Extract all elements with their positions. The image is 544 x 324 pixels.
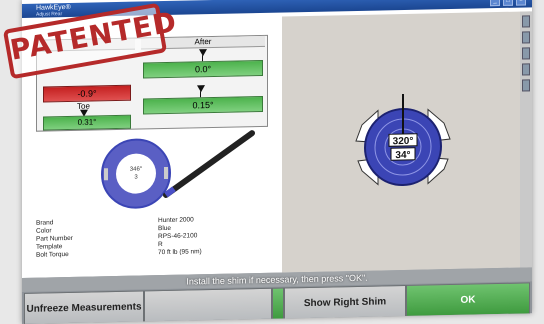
spec-value: RPS-46-2100 xyxy=(158,232,198,241)
side-toolbar xyxy=(520,11,532,268)
side-tool-4[interactable] xyxy=(522,63,530,76)
close-button[interactable]: × xyxy=(516,0,526,6)
after-toe-gauge: 0.15° xyxy=(143,95,263,115)
unfreeze-measurements-button[interactable]: Unfreeze Measurements xyxy=(24,290,144,324)
before-toe-value: 0.31° xyxy=(77,117,97,127)
shim-diagram: 320° 34° xyxy=(355,93,451,187)
shim-photo: 346° 3 xyxy=(56,129,256,216)
marker-pen-tip xyxy=(164,186,176,198)
spec-key: Bolt Torque xyxy=(36,251,69,259)
shim-diagram-pane: 320° 34° xyxy=(282,11,530,273)
side-tool-2[interactable] xyxy=(522,31,530,44)
after-camber-pointer xyxy=(199,49,207,57)
after-camber-value: 0.0° xyxy=(194,64,212,75)
spec-value: R xyxy=(158,241,163,249)
bottom-bar: Install the shim if necessary, then pres… xyxy=(22,267,532,324)
empty-softkey-button[interactable] xyxy=(144,287,272,323)
shim-angle-text: 346° xyxy=(130,166,143,172)
minimize-button[interactable]: _ xyxy=(490,0,500,7)
shim-tab-left xyxy=(104,168,108,181)
before-camber-value: -0.9° xyxy=(77,88,97,99)
shim-angle-label: 320° xyxy=(393,136,414,147)
after-toe-pointer xyxy=(197,85,205,93)
before-toe-gauge: 0.31° xyxy=(43,114,131,131)
shim-illustration: 346° 3 xyxy=(101,130,255,209)
side-tool-5[interactable] xyxy=(522,79,530,92)
after-camber-gauge: 0.0° xyxy=(143,59,263,79)
show-right-shim-button[interactable]: Show Right Shim xyxy=(284,284,406,320)
side-tool-1[interactable] xyxy=(522,15,530,28)
side-tool-3[interactable] xyxy=(522,47,530,60)
after-toe-value: 0.15° xyxy=(192,99,214,111)
menu-label: Adjust Rear xyxy=(36,11,63,18)
spec-value: Hunter 2000 xyxy=(158,216,194,225)
window-controls: _ □ × xyxy=(490,0,526,7)
shim-specs: Brand Hunter 2000 Color Blue Part Number RP… xyxy=(36,216,202,259)
marker-pen-icon xyxy=(163,130,255,198)
spec-value: 70 ft lb (95 nm) xyxy=(158,248,202,257)
shim-tab-right xyxy=(164,166,168,180)
ok-button[interactable]: OK xyxy=(406,282,530,317)
before-camber-gauge: -0.9° xyxy=(43,84,131,103)
softkey-indicator xyxy=(272,287,284,320)
shim-index-label: 34° xyxy=(395,150,410,161)
maximize-button[interactable]: □ xyxy=(503,0,513,6)
